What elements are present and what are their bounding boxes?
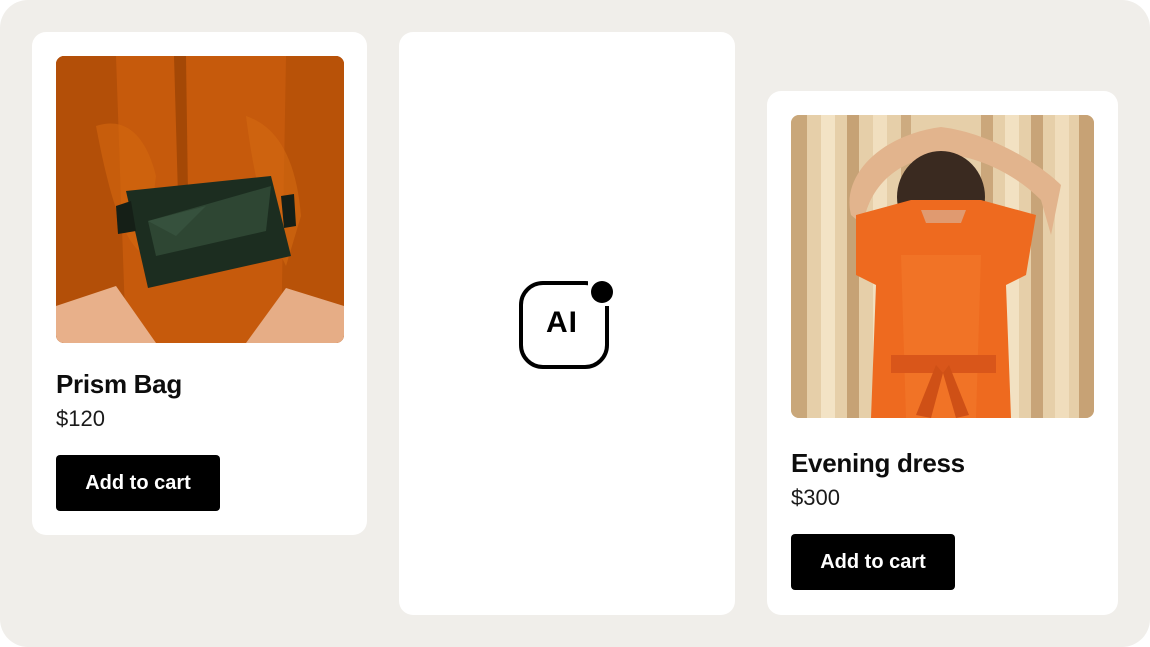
add-to-cart-button[interactable]: Add to cart: [791, 534, 955, 590]
product-title[interactable]: Prism Bag: [56, 369, 182, 400]
product-showcase: Prism Bag $120 Add to cart AI Evening dr…: [0, 0, 1150, 647]
product-price: $120: [56, 406, 105, 431]
ai-sparkle-icon: AI: [516, 278, 616, 370]
product-image-evening-dress[interactable]: [791, 115, 1094, 418]
add-to-cart-button[interactable]: Add to cart: [56, 455, 220, 511]
product-image-prism-bag[interactable]: [56, 56, 344, 343]
product-card-evening-dress[interactable]: Evening dress $300 Add to cart: [767, 91, 1118, 615]
product-price: $300: [791, 485, 840, 510]
ai-card: AI: [399, 32, 735, 615]
product-card-prism-bag[interactable]: Prism Bag $120 Add to cart: [32, 32, 367, 535]
ai-label: AI: [546, 306, 578, 339]
product-title[interactable]: Evening dress: [791, 448, 965, 479]
